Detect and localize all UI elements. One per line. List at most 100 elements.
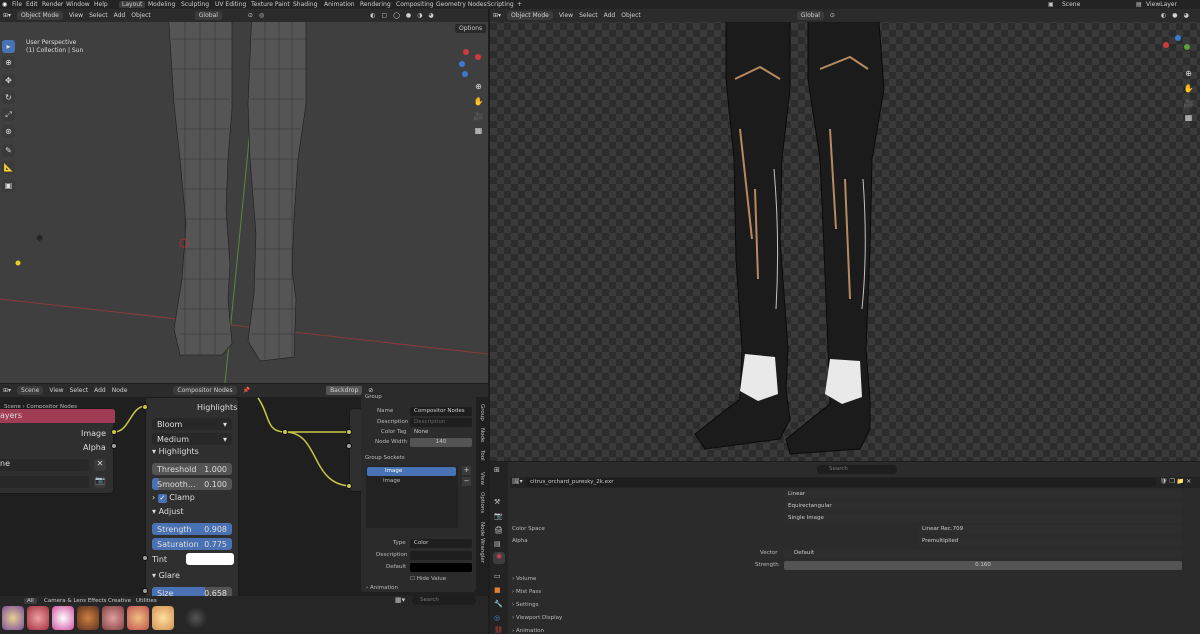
properties-search[interactable]: Search: [817, 465, 897, 474]
socket-description-field[interactable]: [410, 551, 472, 560]
saturation-field[interactable]: Saturation 0.775: [152, 538, 232, 550]
render-layers-node[interactable]: ayers Image Alpha ne ✕ 📷: [0, 408, 115, 494]
asset-search[interactable]: Search: [412, 596, 476, 605]
name-field[interactable]: Compositor Nodes: [410, 407, 472, 416]
collection-tab-icon[interactable]: ▭: [494, 572, 501, 580]
shading-solid-icon[interactable]: ●: [1172, 12, 1177, 19]
view-layer-tab-icon[interactable]: ▤: [494, 540, 501, 548]
shading-solid-icon[interactable]: ●: [406, 12, 411, 19]
viewport-left[interactable]: ✱ ⊞▾ Object Mode View Select Add Object …: [0, 9, 488, 383]
gizmo-y-icon[interactable]: [1184, 44, 1190, 50]
socket-output-in[interactable]: [346, 429, 352, 435]
tab-uv-editing[interactable]: UV Editing: [215, 1, 246, 8]
tab-animation[interactable]: Animation: [324, 1, 355, 8]
clamp-checkbox[interactable]: ✓: [157, 494, 167, 503]
asset-thumb-1[interactable]: [2, 606, 24, 630]
editor-type-icon[interactable]: ⊞: [494, 466, 500, 474]
asset-thumb-5[interactable]: [102, 606, 124, 630]
world-tab-icon[interactable]: ◉: [493, 552, 505, 564]
strength-field[interactable]: 0.160: [784, 561, 1182, 570]
scene-icon[interactable]: ▣: [1048, 1, 1054, 8]
add-socket-button[interactable]: +: [462, 466, 471, 475]
asset-thumb-7[interactable]: [152, 606, 174, 630]
select-tool-icon[interactable]: ▸: [2, 40, 15, 53]
ortho-grid-icon[interactable]: ▦: [1182, 111, 1195, 124]
add-workspace-button[interactable]: +: [517, 1, 522, 8]
quality-dropdown[interactable]: Medium ▾: [152, 433, 232, 445]
reroute-point[interactable]: [282, 429, 288, 435]
shading-material-icon[interactable]: ◑: [417, 12, 422, 19]
image-name-field[interactable]: citrus_orchard_puresky_2k.exr: [526, 478, 1156, 487]
filter-creative[interactable]: Creative: [108, 598, 131, 604]
scale-tool-icon[interactable]: ⤢: [2, 108, 15, 121]
pan-hand-icon[interactable]: ✋: [1182, 82, 1195, 95]
interpolation-dropdown[interactable]: Linear: [784, 490, 1182, 499]
color-tag-dropdown[interactable]: None: [410, 428, 472, 437]
adjust-panel-toggle[interactable]: ▾ Adjust: [152, 507, 184, 516]
tab-shading[interactable]: Shading: [293, 1, 317, 8]
filter-camera-lens[interactable]: Camera & Lens Effects: [44, 598, 107, 604]
rotate-tool-icon[interactable]: ↻: [2, 91, 15, 104]
socket-item-input[interactable]: Image: [367, 467, 456, 476]
modifier-tab-icon[interactable]: 🔧: [494, 600, 503, 608]
view-menu[interactable]: View: [559, 12, 573, 19]
side-tab-node-wrangler[interactable]: Node Wrangler: [479, 522, 485, 563]
source-dropdown[interactable]: Single Image: [784, 514, 1182, 523]
hide-value-checkbox[interactable]: ☐ Hide Value: [410, 576, 446, 582]
threshold-field[interactable]: Threshold 1.000: [152, 463, 232, 475]
default-color-swatch[interactable]: [410, 563, 472, 572]
options-button[interactable]: Options: [455, 24, 487, 33]
asset-thumb-3[interactable]: [52, 606, 74, 630]
xray-icon[interactable]: ▢: [381, 12, 387, 19]
tool-tab-icon[interactable]: ⚒: [494, 498, 500, 506]
snap-icon[interactable]: ⊙: [830, 12, 835, 19]
orientation-selector[interactable]: Global: [194, 11, 222, 20]
glare-type-dropdown[interactable]: Bloom ▾: [152, 418, 232, 430]
section-viewport-display[interactable]: › Viewport Display: [512, 615, 562, 621]
section-volume[interactable]: › Volume: [512, 576, 536, 582]
gizmo-x-icon[interactable]: [463, 49, 469, 55]
zoom-icon[interactable]: ⊕: [472, 80, 485, 93]
tab-compositing[interactable]: Compositing: [396, 1, 434, 8]
orientation-selector[interactable]: Global: [796, 11, 824, 20]
type-dropdown[interactable]: Color: [410, 539, 472, 548]
group-sockets-header[interactable]: Group Sockets: [365, 455, 405, 461]
glare-node[interactable]: Highlights Bloom ▾ Medium ▾ ▾ Highlights T…: [145, 397, 239, 601]
camera-view-icon[interactable]: 🎥: [1182, 97, 1195, 110]
move-tool-icon[interactable]: ✥: [2, 74, 15, 87]
pan-hand-icon[interactable]: ✋: [472, 95, 485, 108]
menu-render[interactable]: Render: [42, 1, 63, 8]
section-mist-pass[interactable]: › Mist Pass: [512, 589, 541, 595]
description-field[interactable]: Description: [410, 418, 472, 427]
section-settings[interactable]: › Settings: [512, 602, 539, 608]
gizmo-z-icon[interactable]: [459, 61, 465, 67]
object-tab-icon[interactable]: ■: [494, 586, 501, 594]
object-menu[interactable]: Object: [131, 12, 151, 19]
compositor-editor[interactable]: ⊞▾ Scene View Select Add Node Compositor…: [0, 384, 488, 604]
remove-socket-button[interactable]: −: [462, 477, 471, 486]
add-menu[interactable]: Add: [114, 12, 126, 19]
ortho-grid-icon[interactable]: ▦: [472, 124, 485, 137]
measure-tool-icon[interactable]: 📐: [2, 161, 15, 174]
section-animation[interactable]: › Animation: [512, 628, 544, 634]
tab-rendering[interactable]: Rendering: [360, 1, 391, 8]
mode-selector[interactable]: Object Mode: [507, 11, 553, 20]
fake-user-icon[interactable]: 🛡 ❐ 📁 ✕: [1160, 478, 1191, 485]
tab-texture-paint[interactable]: Texture Paint: [251, 1, 290, 8]
gizmo-x-neg-icon[interactable]: [475, 54, 481, 60]
mode-selector[interactable]: Object Mode: [17, 11, 63, 20]
output-tab-icon[interactable]: 🖨: [494, 526, 503, 534]
editor-type-icon[interactable]: ⊞▾: [3, 12, 11, 19]
side-tab-tool[interactable]: Tool: [479, 450, 485, 461]
render-icon[interactable]: 📷: [94, 476, 106, 488]
alpha-dropdown[interactable]: Premultiplied: [918, 537, 1182, 546]
smoothness-field[interactable]: Smooth... 0.100: [152, 478, 232, 490]
tab-scripting[interactable]: Scripting: [487, 1, 514, 8]
transform-tool-icon[interactable]: ⊛: [2, 125, 15, 138]
side-tab-node[interactable]: Node: [479, 428, 485, 442]
annotate-tool-icon[interactable]: ✎: [2, 144, 15, 157]
asset-thumb-2[interactable]: [27, 606, 49, 630]
constraints-tab-icon[interactable]: ⛓: [494, 626, 503, 634]
scene-selector[interactable]: Scene: [1062, 1, 1080, 8]
tab-layout[interactable]: Layout: [119, 1, 146, 8]
